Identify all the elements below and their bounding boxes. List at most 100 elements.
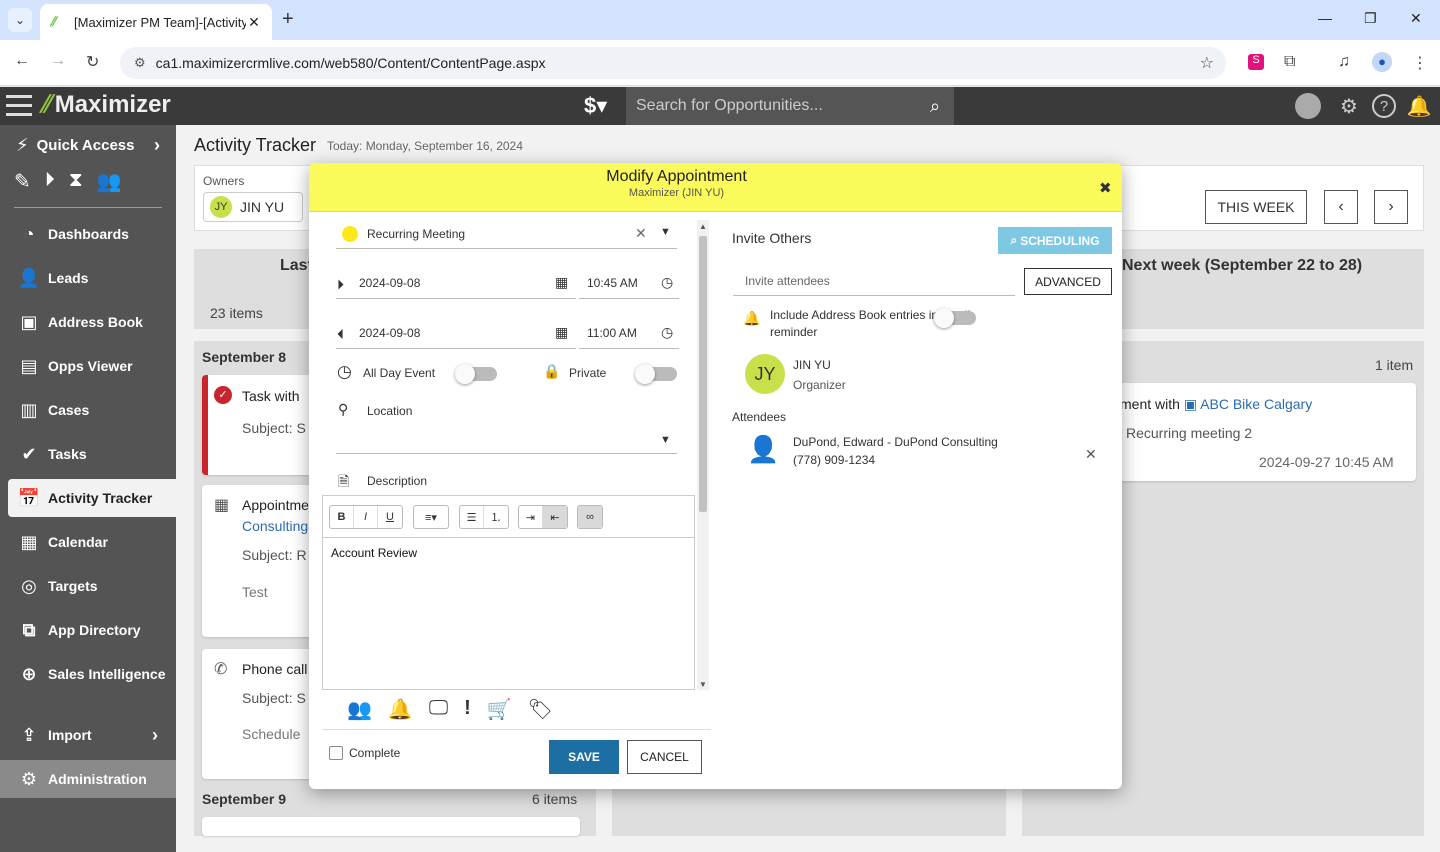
bookmark-star-icon[interactable]: ☆ — [1200, 53, 1214, 73]
end-date-input[interactable]: 2024-09-08 — [359, 326, 420, 340]
reminder-bell-icon[interactable]: 🔔 — [388, 697, 413, 722]
sidebar-item-targets[interactable]: ◎ Targets — [8, 567, 176, 605]
clear-icon[interactable]: ✕ — [635, 225, 647, 242]
new-tab-plus-icon[interactable]: + — [282, 8, 294, 31]
help-icon[interactable]: ? — [1372, 94, 1396, 118]
priority-exclamation-icon[interactable]: ! — [464, 697, 471, 722]
description-editor[interactable]: B I U ≡▾ ☰ ⒈ ⇥ ⇤ ∞ Account Review — [322, 495, 695, 690]
underline-icon[interactable]: U — [378, 506, 402, 528]
notifications-bell-icon[interactable]: 🔔 — [1406, 93, 1432, 119]
bullet-list-icon[interactable]: ☰ — [460, 506, 484, 528]
cancel-button[interactable]: CANCEL — [627, 740, 702, 774]
browser-menu-icon[interactable]: ⋮ — [1412, 53, 1428, 73]
search-icon[interactable]: ⌕ — [916, 87, 954, 125]
sidebar-item-calendar[interactable]: ▦ Calendar — [8, 523, 176, 561]
numbered-list-icon[interactable]: ⒈ — [484, 506, 508, 528]
complete-checkbox[interactable] — [329, 746, 343, 760]
browser-tab[interactable]: ⫽ [Maximizer PM Team]-[Activity ✕ — [40, 4, 272, 40]
sidebar-item-address-book[interactable]: ▣ Address Book — [8, 303, 176, 341]
clock-icon[interactable]: ◷ — [661, 324, 673, 341]
owner-chip[interactable]: JY JIN YU — [203, 192, 303, 222]
organizer-name: JIN YU — [793, 358, 831, 372]
card-link[interactable]: Consulting — [242, 518, 308, 534]
scroll-thumb[interactable] — [699, 236, 707, 512]
url-field[interactable]: ⚙ ca1.maximizercrmlive.com/web580/Conten… — [120, 47, 1226, 79]
sidebar-item-app-directory[interactable]: ⧉ App Directory — [8, 611, 176, 649]
search-input[interactable]: Search for Opportunities... — [626, 87, 916, 125]
play-circle-icon[interactable]: ⏵ — [45, 169, 55, 194]
link-icon[interactable]: ∞ — [578, 506, 602, 528]
tab-list-chevron-icon[interactable]: ⌄ — [8, 8, 32, 32]
pencil-icon[interactable]: ✎ — [14, 169, 31, 194]
extensions-puzzle-icon[interactable]: ⧉ — [1284, 53, 1295, 71]
location-select[interactable] — [336, 453, 677, 454]
sidebar-item-dashboards[interactable]: ◔ Dashboards — [8, 215, 176, 253]
align-dropdown-icon[interactable]: ≡▾ — [414, 506, 448, 528]
form-scrollbar[interactable]: ▲ ▼ — [697, 220, 709, 690]
tab-close-icon[interactable]: ✕ — [246, 14, 262, 31]
minimize-icon[interactable]: — — [1318, 10, 1332, 26]
sidebar-item-cases[interactable]: ▥ Cases — [8, 391, 176, 429]
calendar-picker-icon[interactable]: ▦ — [555, 324, 568, 341]
scheduling-button[interactable]: ⌕ SCHEDULING — [998, 227, 1112, 254]
back-arrow-icon[interactable]: ← — [14, 52, 30, 70]
site-info-icon[interactable]: ⚙ — [134, 55, 146, 71]
remove-attendee-icon[interactable]: ✕ — [1085, 446, 1097, 463]
scroll-up-icon[interactable]: ▲ — [699, 222, 707, 231]
hamburger-menu-icon[interactable] — [6, 95, 32, 117]
italic-icon[interactable]: I — [354, 506, 378, 528]
save-button[interactable]: SAVE — [549, 740, 619, 774]
sidebar-item-leads[interactable]: 👤 Leads — [8, 259, 176, 297]
location-dropdown-caret-icon[interactable]: ▼ — [660, 434, 671, 446]
calendar-picker-icon[interactable]: ▦ — [555, 274, 568, 291]
user-avatar-icon[interactable] — [1295, 93, 1321, 119]
online-meeting-monitor-icon[interactable]: 🖵 — [429, 697, 448, 722]
reload-icon[interactable]: ↻ — [86, 52, 99, 72]
this-week-button[interactable]: THIS WEEK — [1205, 190, 1307, 224]
card-link[interactable]: ABC Bike Calgary — [1200, 396, 1312, 412]
cart-icon[interactable]: 🛒 — [487, 697, 512, 722]
search-type-dollar-icon[interactable]: $▾ — [584, 93, 607, 119]
attendee-name: DuPond, Edward - DuPond Consulting — [793, 435, 998, 449]
category-select[interactable]: Recurring Meeting — [367, 227, 465, 241]
window-close-icon[interactable]: ✕ — [1410, 10, 1422, 27]
sidebar-item-administration[interactable]: ⚙ Administration — [0, 760, 176, 798]
card[interactable] — [202, 817, 580, 836]
advanced-button[interactable]: ADVANCED — [1024, 268, 1112, 295]
profile-avatar-icon[interactable]: ● — [1372, 52, 1392, 72]
bold-icon[interactable]: B — [330, 506, 354, 528]
include-address-book-toggle[interactable] — [934, 308, 976, 328]
clock-icon[interactable]: ◷ — [661, 274, 673, 291]
sidebar-item-sales-intelligence[interactable]: ⊕ Sales Intelligence — [8, 655, 176, 693]
group-icon[interactable]: 👥 — [97, 169, 122, 194]
start-date-input[interactable]: 2024-09-08 — [359, 276, 420, 290]
sidebar-item-tasks[interactable]: ✔ Tasks — [8, 435, 176, 473]
all-day-toggle[interactable] — [455, 364, 497, 384]
private-toggle[interactable] — [635, 364, 677, 384]
hourglass-icon[interactable]: ⧗ — [69, 169, 83, 194]
prev-week-chevron-icon[interactable]: ‹ — [1324, 190, 1358, 224]
restore-icon[interactable]: ❐ — [1364, 10, 1377, 27]
media-control-icon[interactable]: ♫ — [1338, 53, 1350, 71]
dialog-close-icon[interactable]: ✖ — [1099, 179, 1112, 197]
sidebar-item-activity-tracker[interactable]: 📅 Activity Tracker — [8, 479, 176, 517]
organizer-avatar: JY — [745, 354, 785, 394]
settings-gear-icon[interactable]: ⚙ — [1336, 93, 1362, 119]
attendees-icon[interactable]: 👥 — [347, 697, 372, 722]
editor-content[interactable]: Account Review — [331, 546, 417, 560]
outdent-icon[interactable]: ⇤ — [543, 506, 567, 528]
quick-access[interactable]: ⚡ Quick Access › — [16, 135, 166, 156]
scroll-down-icon[interactable]: ▼ — [699, 680, 707, 689]
sidebar-item-import[interactable]: ⇪ Import › — [8, 716, 176, 754]
dropdown-caret-icon[interactable]: ▼ — [660, 226, 671, 238]
invite-attendees-input[interactable]: Invite attendees — [733, 270, 1015, 296]
next-week-chevron-icon[interactable]: › — [1374, 190, 1408, 224]
end-time-input[interactable]: 11:00 AM — [587, 326, 637, 340]
tags-icon[interactable]: 🏷 — [528, 697, 553, 722]
indent-icon[interactable]: ⇥ — [519, 506, 543, 528]
extension-s-icon[interactable]: S — [1248, 54, 1264, 70]
forward-arrow-icon[interactable]: → — [50, 52, 66, 70]
sidebar-item-opps-viewer[interactable]: ▤ Opps Viewer — [8, 347, 176, 385]
start-time-input[interactable]: 10:45 AM — [587, 276, 638, 290]
sidebar-item-label: Administration — [48, 771, 147, 787]
